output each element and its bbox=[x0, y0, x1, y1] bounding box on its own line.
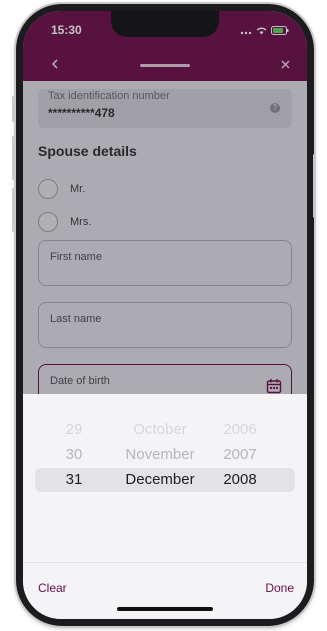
picker-row-selected[interactable]: 31 December 2008 bbox=[23, 471, 307, 491]
picker-day[interactable]: 29 bbox=[59, 421, 89, 438]
picker-day[interactable]: 30 bbox=[59, 446, 89, 463]
picker-month[interactable]: October bbox=[105, 421, 215, 438]
sheet-divider bbox=[23, 562, 307, 563]
date-picker-sheet: 29 October 2006 30 November 2007 31 Dece… bbox=[23, 394, 307, 619]
picker-month[interactable]: November bbox=[105, 446, 215, 463]
power-button bbox=[313, 154, 316, 218]
picker-day-selected[interactable]: 31 bbox=[59, 471, 89, 488]
done-button[interactable]: Done bbox=[265, 581, 294, 595]
picker-year-selected[interactable]: 2008 bbox=[215, 471, 265, 488]
clear-button[interactable]: Clear bbox=[38, 581, 67, 595]
phone-screen: 15:30 Tax identification number ********… bbox=[23, 11, 307, 619]
picker-month-selected[interactable]: December bbox=[105, 471, 215, 488]
volume-down-button bbox=[12, 188, 15, 232]
mute-switch bbox=[12, 96, 15, 122]
home-indicator[interactable] bbox=[117, 607, 213, 611]
picker-row[interactable]: 30 November 2007 bbox=[23, 446, 307, 466]
picker-year[interactable]: 2006 bbox=[215, 421, 265, 438]
picker-row[interactable]: 29 October 2006 bbox=[23, 421, 307, 441]
volume-up-button bbox=[12, 136, 15, 180]
picker-year[interactable]: 2007 bbox=[215, 446, 265, 463]
